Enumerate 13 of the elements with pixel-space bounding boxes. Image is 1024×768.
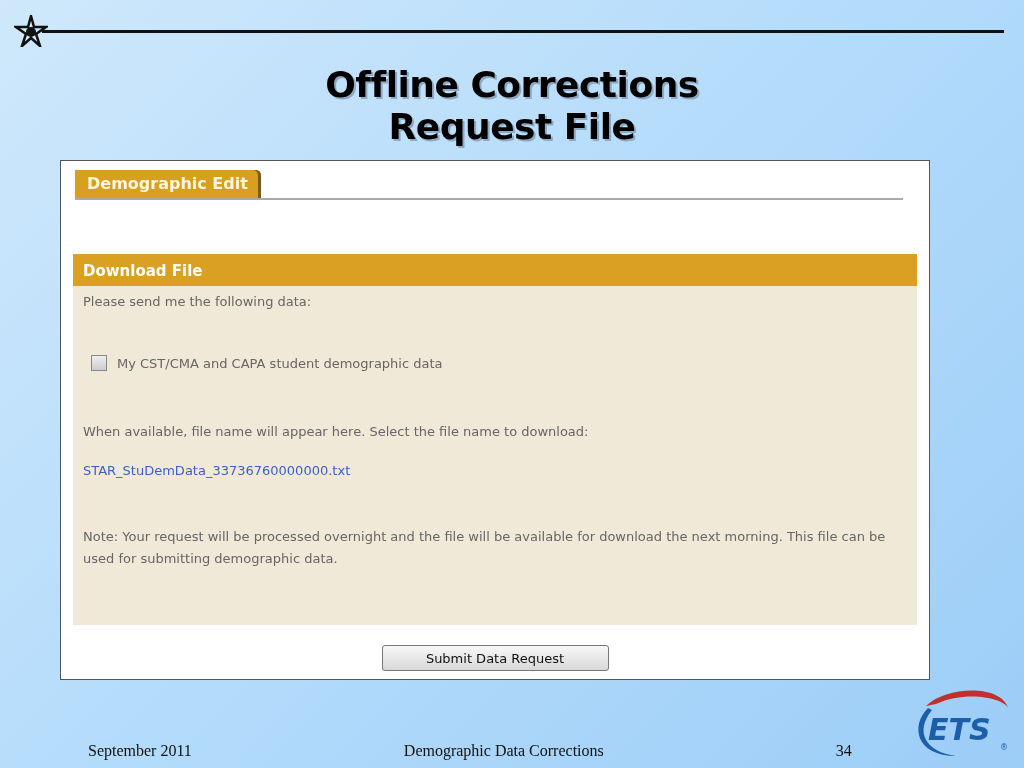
logo-drawing: ETS ® <box>906 686 1012 758</box>
footer-topic: Demographic Data Corrections <box>403 742 604 760</box>
hint-text: When available, file name will appear here. Select the file name to download: <box>82 423 590 441</box>
note-text: Note: Your request will be processed overnight and the file will be available for download the next morning. This file can be used for submitting demographic data. <box>82 528 887 568</box>
slide-title: Offline Corrections Request File <box>324 64 700 148</box>
section-heading: Download File <box>73 254 917 286</box>
submit-button[interactable]: Submit Data Request <box>381 645 609 671</box>
footer-date: September 2011 <box>88 742 192 760</box>
file-link[interactable]: STAR_StuDemData_33736760000000.txt <box>73 463 917 478</box>
page-number: 34 <box>835 742 852 760</box>
checkbox-label: My CST/CMA and CAPA student demographic data <box>117 355 443 371</box>
intro-text: Please send me the following data: <box>82 293 313 311</box>
checkbox[interactable] <box>91 355 107 371</box>
